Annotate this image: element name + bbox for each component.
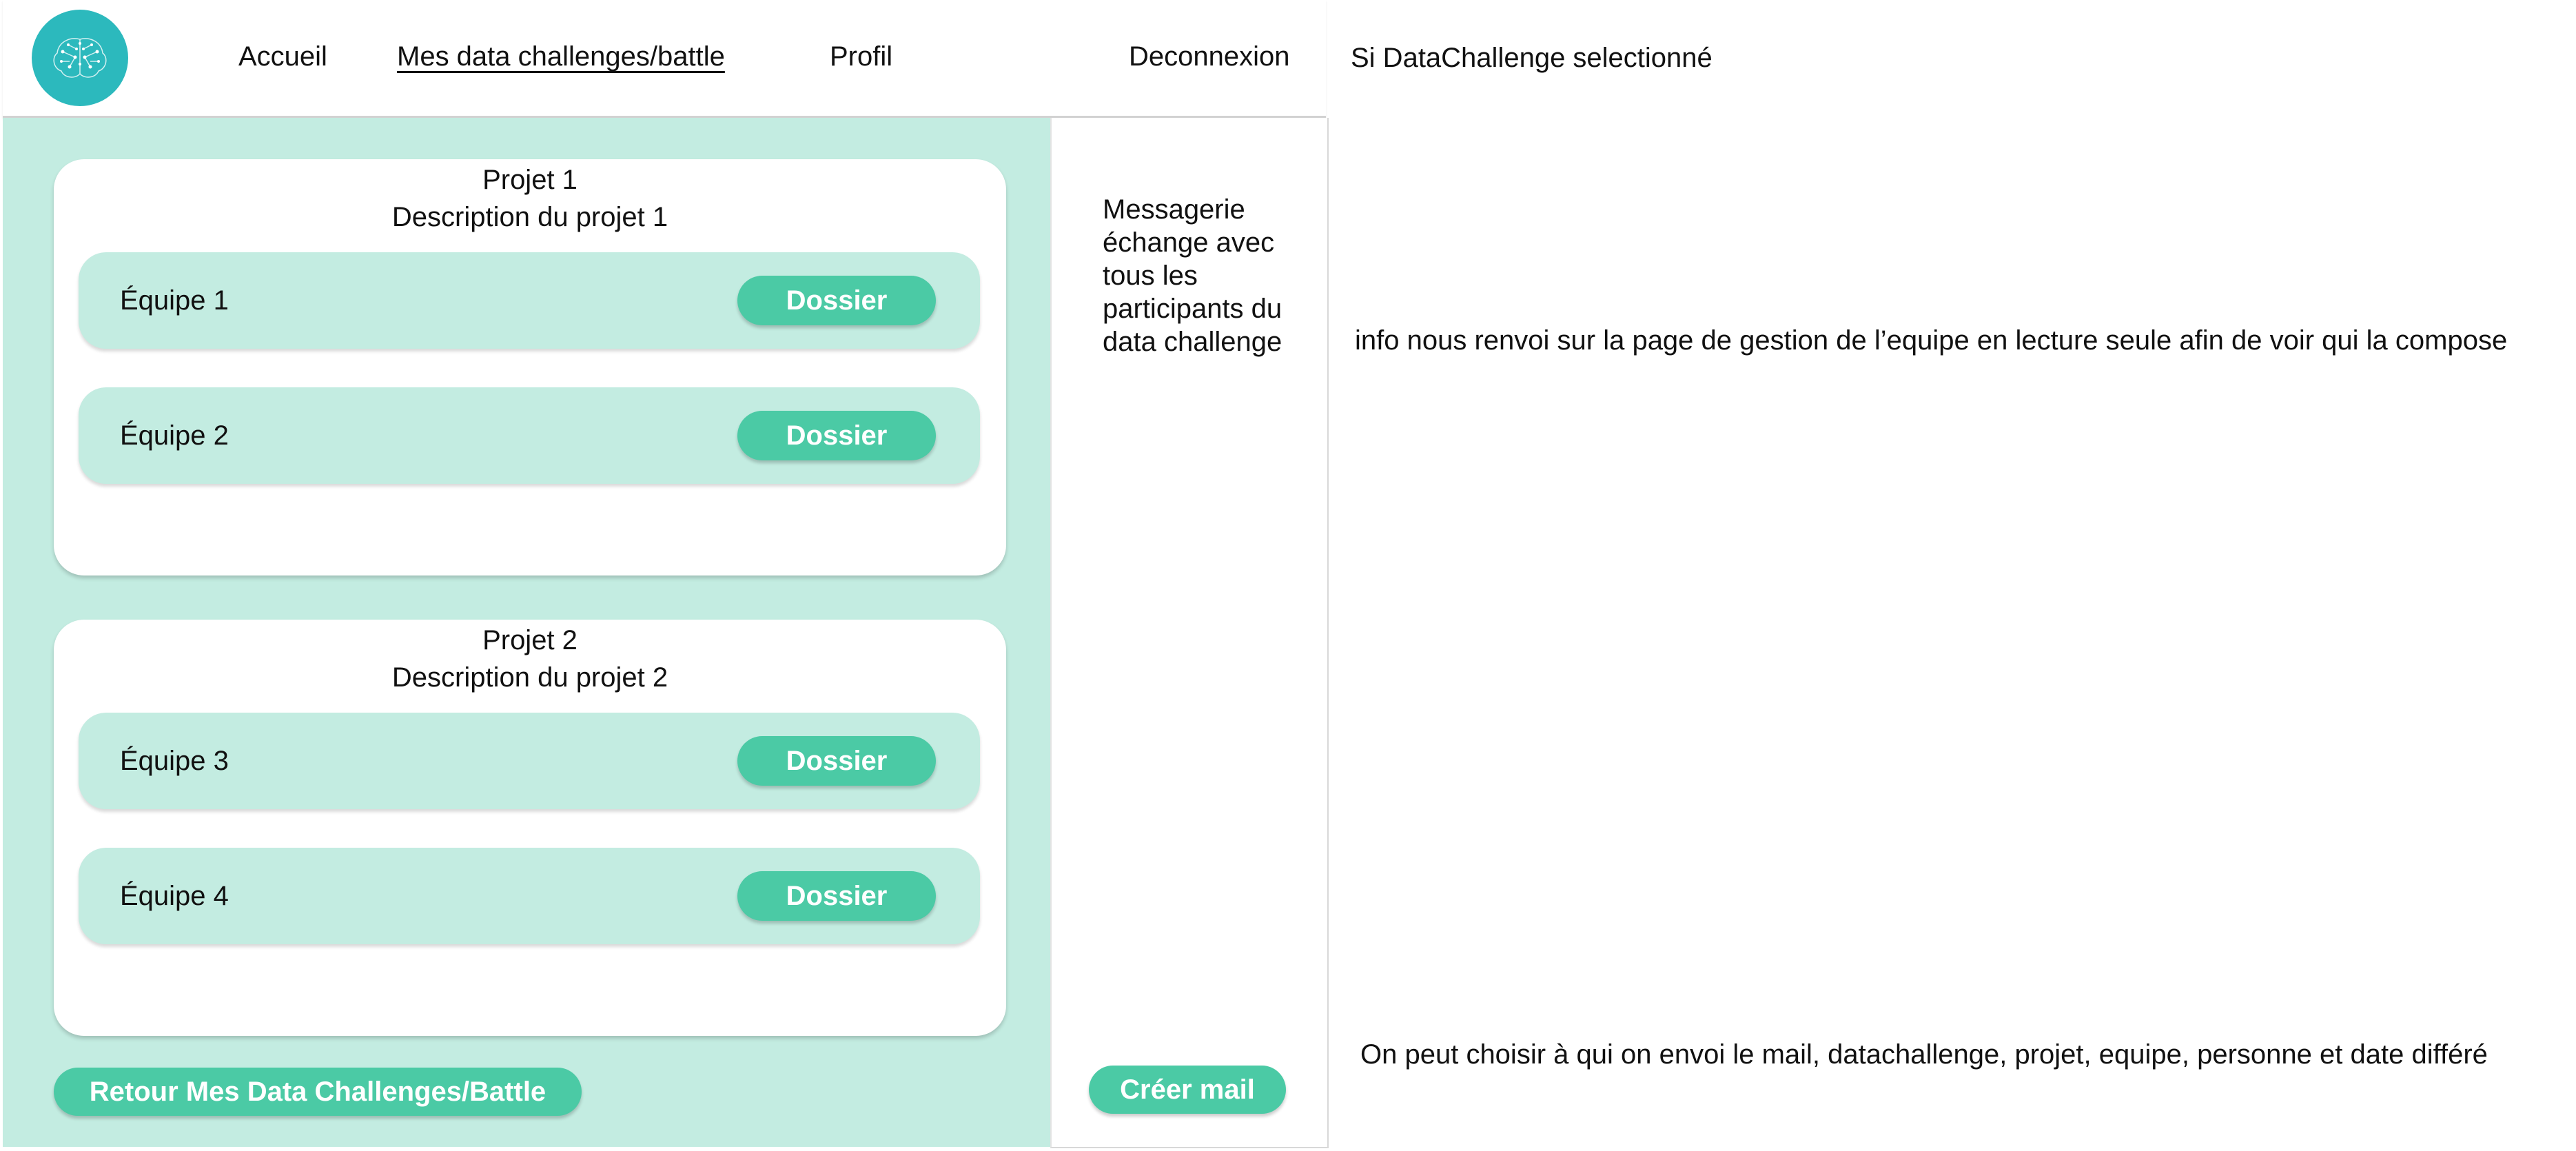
note-selected-challenge: Si DataChallenge selectionné — [1351, 43, 1713, 73]
note-mail-recipients: On peut choisir à qui on envoi le mail, … — [1360, 1039, 2488, 1070]
nav-profile[interactable]: Profil — [830, 39, 892, 74]
folder-button[interactable]: Dossier — [737, 276, 936, 325]
team-row: Équipe 1 Dossier — [79, 252, 980, 349]
project-card: Projet 2 Description du projet 2 Équipe … — [54, 620, 1006, 1036]
brain-network-icon[interactable] — [32, 10, 128, 106]
nav-logout[interactable]: Deconnexion — [1129, 39, 1290, 74]
project-description: Description du projet 2 — [391, 662, 668, 693]
back-to-my-challenges-button[interactable]: Retour Mes Data Challenges/Battle — [54, 1068, 582, 1116]
team-row: Équipe 3 Dossier — [79, 713, 980, 809]
create-mail-button[interactable]: Créer mail — [1089, 1066, 1286, 1114]
team-label: Équipe 1 — [120, 285, 229, 316]
messaging-description: Messagerie échange avec tous les partici… — [1103, 194, 1282, 357]
nav-my-data-challenges[interactable]: Mes data challenges/battle — [397, 39, 725, 74]
team-row: Équipe 4 Dossier — [79, 848, 980, 944]
folder-button[interactable]: Dossier — [737, 871, 936, 921]
note-info-team-page: info nous renvoi sur la page de gestion … — [1355, 325, 2508, 356]
nav-home[interactable]: Accueil — [238, 39, 327, 74]
top-nav-bar: Accueil Mes data challenges/battle Profi… — [3, 0, 1326, 118]
team-label: Équipe 4 — [120, 881, 229, 911]
projects-panel: Projet 1 Description du projet 1 Équipe … — [3, 118, 1050, 1147]
folder-button[interactable]: Dossier — [737, 736, 936, 786]
team-label: Équipe 2 — [120, 420, 229, 451]
project-title: Projet 2 — [482, 625, 577, 655]
project-description: Description du projet 1 — [391, 202, 668, 232]
project-card: Projet 1 Description du projet 1 Équipe … — [54, 159, 1006, 576]
project-title: Projet 1 — [482, 165, 577, 195]
team-label: Équipe 3 — [120, 746, 229, 776]
team-row: Équipe 2 Dossier — [79, 387, 980, 484]
folder-button[interactable]: Dossier — [737, 411, 936, 460]
